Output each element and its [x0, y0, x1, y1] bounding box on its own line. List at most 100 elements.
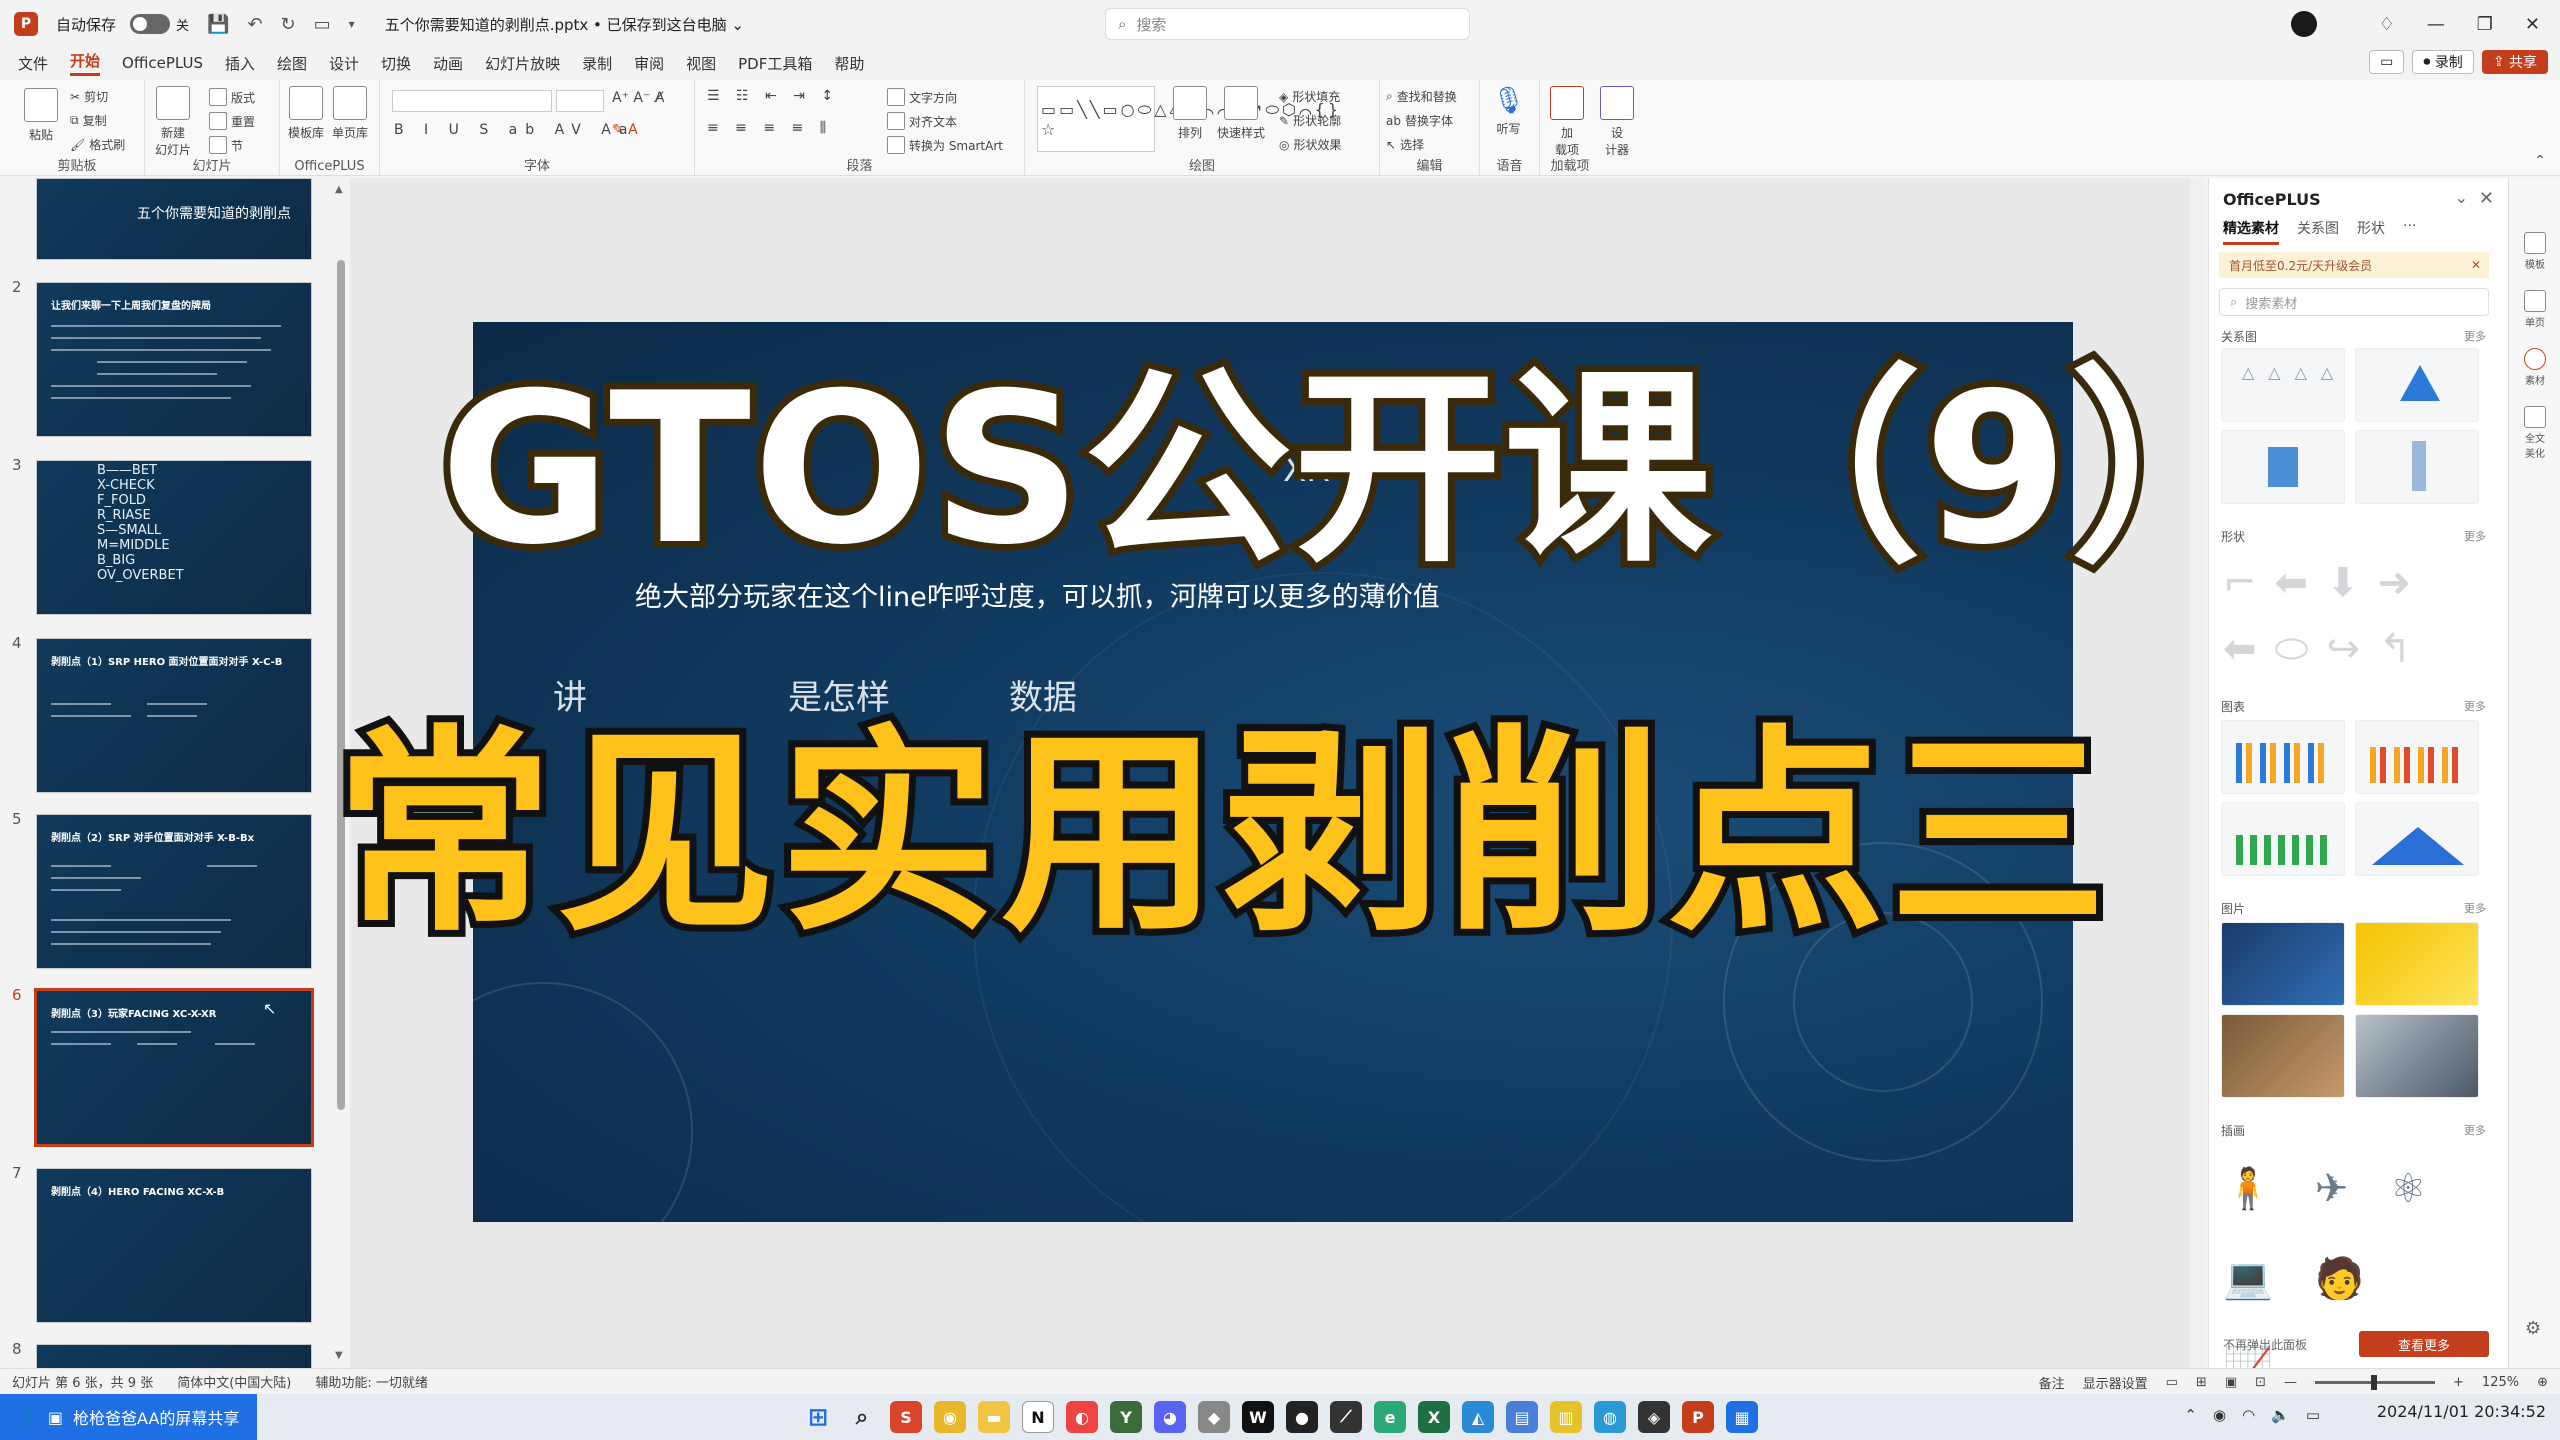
- panel-footer-text[interactable]: 不再弹出此面板: [2223, 1336, 2307, 1353]
- document-title[interactable]: 五个你需要知道的剥削点.pptx • 已保存到这台电脑 ⌄: [385, 14, 744, 35]
- close-icon[interactable]: ✕: [2479, 188, 2494, 209]
- minimize-icon[interactable]: —: [2427, 14, 2445, 35]
- save-icon[interactable]: 💾: [207, 14, 229, 35]
- paste-button[interactable]: 粘贴: [24, 88, 58, 143]
- sidebar-item-materials[interactable]: 素材: [2521, 348, 2549, 387]
- shape-fill-button[interactable]: ◈ 形状填充: [1279, 88, 1340, 105]
- system-clock[interactable]: 2024/11/01 20:34:52: [2377, 1402, 2546, 1421]
- replace-font-button[interactable]: ab 替换字体: [1386, 112, 1453, 129]
- chart-card[interactable]: [2355, 720, 2479, 794]
- picture-card[interactable]: [2221, 922, 2345, 1006]
- wps-icon[interactable]: W: [1242, 1401, 1274, 1433]
- tab-transitions[interactable]: 切换: [381, 53, 411, 74]
- search-icon[interactable]: ⌕: [846, 1401, 878, 1433]
- list-buttons[interactable]: ☰ ☷ ⇤ ⇥ ↕: [707, 88, 839, 104]
- slide-thumb-6[interactable]: 剥削点（3）玩家FACING XC-X-XR ↖: [34, 988, 314, 1147]
- tab-home[interactable]: 开始: [70, 50, 101, 76]
- autosave-toggle[interactable]: [130, 14, 171, 34]
- app-icon[interactable]: ▦: [1726, 1401, 1758, 1433]
- app-icon[interactable]: ◆: [1198, 1401, 1230, 1433]
- addins-button[interactable]: 加 载项: [1550, 86, 1584, 158]
- tab-view[interactable]: 视图: [686, 53, 716, 74]
- picture-card[interactable]: [2355, 1014, 2479, 1098]
- windows-start-icon[interactable]: ⊞: [802, 1401, 834, 1433]
- edge-icon[interactable]: e: [1374, 1401, 1406, 1433]
- undo-icon[interactable]: ↶: [247, 14, 262, 35]
- tab-featured[interactable]: 精选素材: [2223, 218, 2279, 245]
- app-icon[interactable]: ⟋: [1330, 1401, 1362, 1433]
- arrange-button[interactable]: 排列: [1173, 86, 1207, 141]
- zoom-level[interactable]: 125%: [2482, 1375, 2519, 1390]
- share-button[interactable]: ⇪ 共享: [2481, 50, 2548, 74]
- section-more-link[interactable]: 更多: [2464, 698, 2486, 714]
- tab-pdf-tools[interactable]: PDF工具箱: [738, 53, 812, 74]
- tab-insert[interactable]: 插入: [225, 53, 255, 74]
- battery-icon[interactable]: ▭: [2306, 1406, 2320, 1424]
- single-page-library-button[interactable]: 单页库: [332, 86, 368, 141]
- tab-design[interactable]: 设计: [329, 53, 359, 74]
- font-style-buttons[interactable]: B I U S ab AV Aa: [394, 122, 635, 138]
- tab-help[interactable]: 帮助: [834, 53, 864, 74]
- record-button[interactable]: ⏺ 录制: [2412, 50, 2474, 74]
- align-buttons[interactable]: ≡ ≡ ≡ ≡ ⫼: [707, 120, 832, 136]
- chart-card[interactable]: [2221, 802, 2345, 876]
- avatar[interactable]: [2290, 11, 2317, 37]
- comments-button[interactable]: ▭: [2369, 50, 2405, 74]
- present-icon[interactable]: ▭: [314, 14, 331, 35]
- designer-button[interactable]: 设 计器: [1600, 86, 1634, 158]
- excel-icon[interactable]: X: [1418, 1401, 1450, 1433]
- screen-share-indicator[interactable]: 👤 ▣ 枪枪爸爸AA的屏幕共享: [0, 1394, 258, 1440]
- new-slide-button[interactable]: 新建 幻灯片: [155, 86, 191, 158]
- template-library-button[interactable]: 模板库: [288, 86, 324, 141]
- tab-review[interactable]: 审阅: [634, 53, 664, 74]
- view-more-button[interactable]: 查看更多: [2359, 1331, 2489, 1357]
- shape-outline-button[interactable]: ✎ 形状轮廓: [1279, 112, 1341, 129]
- chevron-down-icon[interactable]: ⌄: [2455, 188, 2468, 207]
- tab-file[interactable]: 文件: [18, 53, 48, 74]
- section-more-link[interactable]: 更多: [2464, 528, 2486, 544]
- zoom-in-icon[interactable]: +: [2453, 1375, 2464, 1390]
- tab-shapes[interactable]: 形状: [2357, 218, 2385, 245]
- zoom-slider[interactable]: [2315, 1374, 2436, 1390]
- tab-more[interactable]: ···: [2403, 218, 2416, 245]
- shapes-gallery[interactable]: ▭▭╲╲▭○⬭△▱⌐⌒⌒↘↗⬭⬡⌒{}☆: [1037, 86, 1338, 152]
- zoom-slider-thumb[interactable]: [2371, 1374, 2378, 1390]
- powerpoint-icon[interactable]: P: [1682, 1401, 1714, 1433]
- tab-animations[interactable]: 动画: [433, 53, 463, 74]
- section-button[interactable]: 节: [209, 136, 243, 154]
- scroll-down-icon[interactable]: ▼: [335, 1350, 343, 1361]
- redo-icon[interactable]: ↻: [281, 14, 296, 35]
- dictate-button[interactable]: 🎙 听写: [1492, 86, 1525, 137]
- format-painter-button[interactable]: 🖌 格式刷: [70, 136, 125, 153]
- sidebar-item-beautify[interactable]: 全文美化: [2521, 406, 2549, 460]
- material-search-input[interactable]: ⌕ 搜索素材: [2219, 288, 2489, 316]
- app-icon[interactable]: ◈: [1638, 1401, 1670, 1433]
- customize-qat-icon[interactable]: ▾: [349, 17, 355, 31]
- scroll-up-icon[interactable]: ▲: [335, 184, 343, 195]
- quick-styles-button[interactable]: 快速样式: [1217, 86, 1265, 141]
- chart-card[interactable]: [2355, 802, 2479, 876]
- select-button[interactable]: ↖ 选择: [1386, 136, 1424, 153]
- discord-icon[interactable]: ◕: [1154, 1401, 1186, 1433]
- restore-icon[interactable]: ❐: [2477, 14, 2493, 35]
- find-replace-button[interactable]: ⌕ 查找和替换: [1386, 88, 1457, 105]
- diagram-card[interactable]: [2355, 348, 2479, 422]
- display-settings-button[interactable]: 显示器设置: [2083, 1373, 2148, 1392]
- settings-gear-icon[interactable]: ⚙: [2525, 1318, 2541, 1339]
- sidebar-item-single-page[interactable]: 单页: [2521, 290, 2549, 329]
- tab-draw[interactable]: 绘图: [277, 53, 307, 74]
- slide-thumb-1[interactable]: 五个你需要知道的剥削点: [36, 178, 312, 260]
- diagram-card[interactable]: △△△△: [2221, 348, 2345, 422]
- shapes-gallery[interactable]: ⌐⬅⬇➜ ⬅⬭↪↰: [2223, 550, 2493, 682]
- tab-officeplus[interactable]: OfficePLUS: [122, 54, 203, 72]
- diagram-card[interactable]: [2221, 430, 2345, 504]
- notes-button[interactable]: 备注: [2039, 1373, 2065, 1392]
- layout-button[interactable]: 版式: [209, 88, 255, 106]
- tab-record[interactable]: 录制: [582, 53, 612, 74]
- app-icon[interactable]: ◐: [1066, 1401, 1098, 1433]
- accessibility-status[interactable]: 辅助功能: 一切就绪: [315, 1372, 428, 1391]
- notion-icon[interactable]: N: [1022, 1401, 1054, 1433]
- tray-chevron-icon[interactable]: ⌃: [2184, 1406, 2197, 1424]
- slide-thumb-3[interactable]: B——BET X-CHECK F_FOLD R_RIASE S—SMALL M=…: [36, 460, 312, 615]
- slide-sorter-icon[interactable]: ⊞: [2196, 1375, 2207, 1390]
